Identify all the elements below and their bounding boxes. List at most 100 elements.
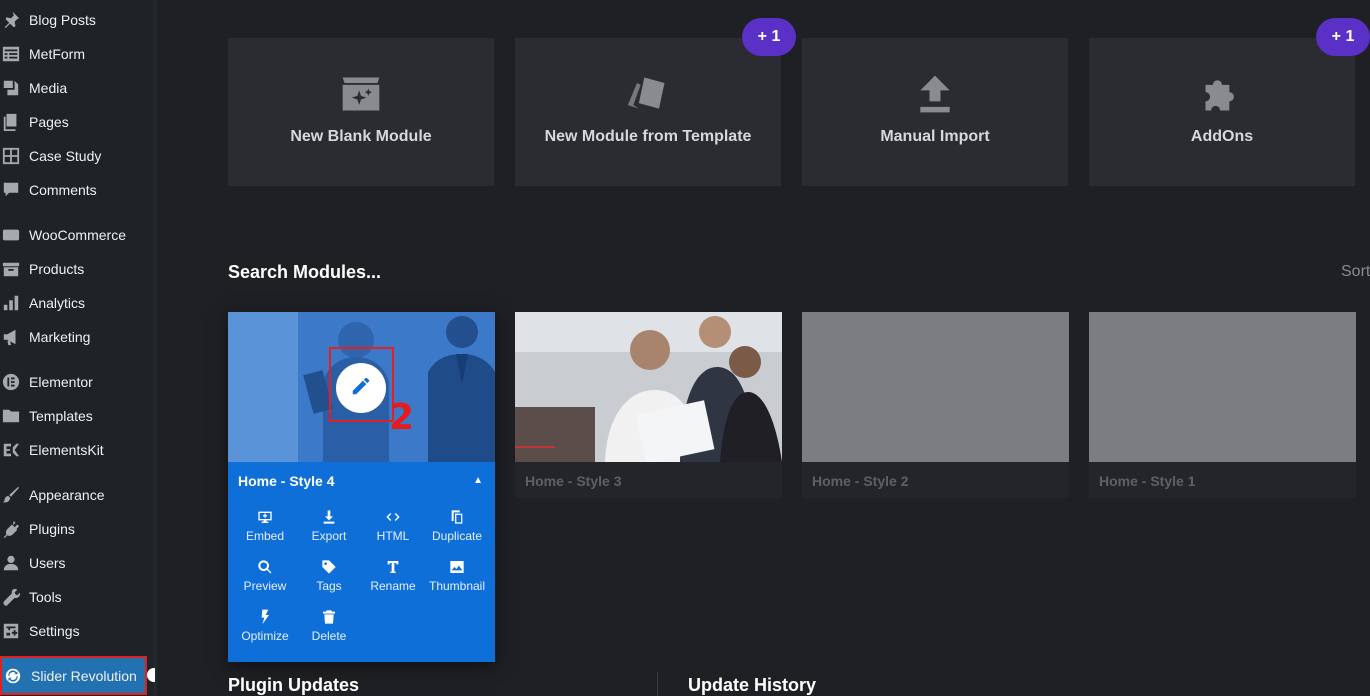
tag-icon — [322, 560, 336, 574]
lightning-icon — [261, 609, 269, 625]
html-action[interactable]: HTML — [361, 509, 425, 543]
sidebar-item-label: Users — [29, 555, 66, 571]
elementor-icon — [1, 372, 21, 392]
elementskit-icon — [1, 440, 21, 460]
action-label: Thumbnail — [428, 579, 486, 593]
duplicate-action[interactable]: Duplicate — [425, 509, 489, 543]
module-card-home-style-2[interactable]: Home - Style 2 — [802, 312, 1069, 498]
sidebar-item-comments[interactable]: Comments — [0, 175, 153, 205]
form-icon — [1, 44, 21, 64]
search-modules-title[interactable]: Search Modules... — [228, 262, 381, 283]
sidebar-item-label: Media — [29, 80, 68, 96]
sidebar-item-label: ElementsKit — [29, 442, 104, 458]
sidebar-item-marketing[interactable]: Marketing — [0, 322, 153, 352]
admin-sidebar: Blog Posts MetForm Media Pages Case Stud… — [0, 0, 185, 696]
rename-action[interactable]: Rename — [361, 559, 425, 593]
annotation-box-2 — [329, 347, 394, 422]
module-title: Home - Style 1 — [1099, 473, 1196, 489]
section-divider — [657, 672, 658, 696]
sidebar-item-label: Settings — [29, 623, 80, 639]
sidebar-item-label: WooCommerce — [29, 227, 126, 243]
manual-import-card[interactable]: Manual Import — [802, 38, 1068, 186]
module-title-row: Home - Style 4 ▲ — [238, 473, 483, 489]
module-title: Home - Style 3 — [525, 473, 622, 489]
module-card-home-style-3[interactable]: Home - Style 3 — [515, 312, 782, 498]
user-icon — [1, 553, 21, 573]
sidebar-item-label: Case Study — [29, 148, 102, 164]
sidebar-item-templates[interactable]: Templates — [0, 401, 153, 431]
sidebar-item-label: Tools — [29, 589, 62, 605]
module-card-home-style-1[interactable]: Home - Style 1 — [1089, 312, 1356, 498]
collapse-caret-icon[interactable]: ▲ — [473, 473, 483, 489]
export-action[interactable]: Export — [297, 509, 361, 543]
sidebar-item-settings[interactable]: Settings — [0, 616, 153, 646]
sidebar-item-blog-posts[interactable]: Blog Posts — [0, 5, 153, 35]
module-thumbnail — [1089, 312, 1356, 462]
search-icon — [258, 560, 272, 574]
sidebar-item-elementskit[interactable]: ElementsKit — [0, 435, 153, 465]
module-card-home-style-4[interactable]: 2 Home - Style 4 ▲ Embed Export HTML Dup… — [228, 312, 495, 662]
sort-label[interactable]: Sort — [1341, 263, 1370, 281]
action-label: Tags — [316, 579, 342, 593]
action-label: Duplicate — [431, 529, 483, 543]
new-module-from-template-card[interactable]: New Module from Template — [515, 38, 781, 186]
template-count-badge[interactable]: + 1 — [742, 18, 796, 56]
sidebar-item-label: Appearance — [29, 487, 105, 503]
card-label: New Blank Module — [290, 128, 432, 145]
sidebar-item-pages[interactable]: Pages — [0, 107, 153, 137]
sidebar-item-label: Products — [29, 261, 85, 277]
sidebar-item-tools[interactable]: Tools — [0, 582, 153, 612]
annotation-number-2: 2 — [389, 397, 415, 438]
addons-card[interactable]: AddOns — [1089, 38, 1355, 186]
embed-action[interactable]: Embed — [233, 509, 297, 543]
action-label: Delete — [311, 629, 347, 643]
folder-icon — [1, 406, 21, 426]
sidebar-item-appearance[interactable]: Appearance — [0, 480, 153, 510]
new-blank-module-card[interactable]: New Blank Module — [228, 38, 494, 186]
sidebar-item-analytics[interactable]: Analytics — [0, 288, 153, 318]
thumbnail-action[interactable]: Thumbnail — [425, 559, 489, 593]
grid-icon — [1, 146, 21, 166]
code-icon — [386, 513, 400, 521]
sidebar-item-products[interactable]: Products — [0, 254, 153, 284]
sidebar-item-plugins[interactable]: Plugins — [0, 514, 153, 544]
sidebar-item-label: Templates — [29, 408, 93, 424]
sidebar-item-media[interactable]: Media — [0, 73, 153, 103]
sidebar-item-label: Analytics — [29, 295, 86, 311]
sidebar-item-case-study[interactable]: Case Study — [0, 141, 153, 171]
sidebar-item-woocommerce[interactable]: WooCommerce — [0, 220, 153, 250]
pages-icon — [1, 112, 21, 132]
trash-icon — [323, 610, 335, 624]
sidebar-item-elementor[interactable]: Elementor — [0, 367, 153, 397]
card-label: New Module from Template — [544, 128, 752, 145]
cards-icon — [515, 72, 781, 116]
optimize-action[interactable]: Optimize — [233, 609, 297, 643]
puzzle-icon — [1089, 72, 1355, 116]
sidebar-item-label: Elementor — [29, 374, 93, 390]
card-label: AddOns — [1190, 128, 1254, 145]
action-label: Rename — [370, 579, 416, 593]
action-label: Optimize — [241, 629, 289, 643]
sidebar-item-metform[interactable]: MetForm — [0, 39, 153, 69]
action-label: Preview — [243, 579, 287, 593]
active-indicator — [147, 668, 155, 682]
preview-action[interactable]: Preview — [233, 559, 297, 593]
update-history-title: Update History — [688, 675, 817, 695]
delete-action[interactable]: Delete — [297, 609, 361, 643]
archive-icon — [1, 259, 21, 279]
duplicate-icon — [451, 510, 463, 524]
card-label: Manual Import — [880, 128, 990, 145]
plug-icon — [1, 519, 21, 539]
sidebar-item-users[interactable]: Users — [0, 548, 153, 578]
addons-count-badge[interactable]: + 1 — [1316, 18, 1370, 56]
tags-action[interactable]: Tags — [297, 559, 361, 593]
slider-revolution-icon — [3, 666, 23, 686]
wrench-icon — [1, 587, 21, 607]
brush-icon — [1, 485, 21, 505]
module-thumbnail — [515, 312, 782, 462]
sidebar-item-label: Pages — [29, 114, 69, 130]
sidebar-item-slider-revolution[interactable]: Slider Revolution — [0, 656, 147, 695]
module-title: Home - Style 4 — [238, 473, 335, 489]
clapperboard-sparkle-icon — [228, 72, 494, 116]
bar-chart-icon — [1, 293, 21, 313]
